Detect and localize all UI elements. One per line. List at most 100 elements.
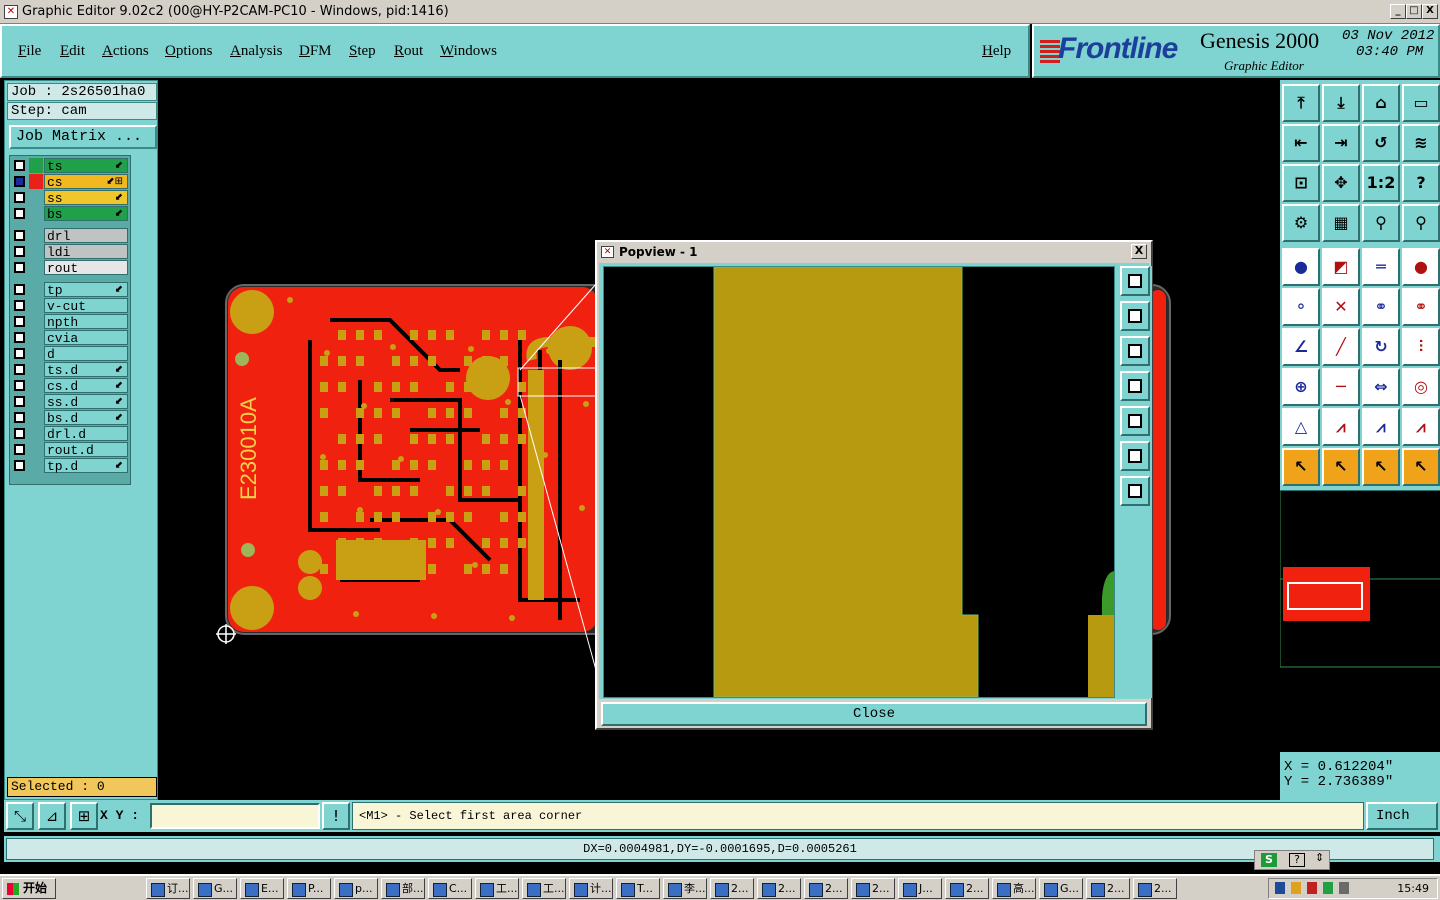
ime-toolbar[interactable]: S ? ⇕ — [1254, 850, 1330, 870]
arc-plus-icon[interactable]: ⩘ — [1402, 408, 1440, 446]
layer-name[interactable]: ts.d ⬋ — [44, 362, 128, 378]
pan-icon[interactable]: ✥ — [1322, 164, 1360, 202]
ruler-icon[interactable]: ═ — [1362, 248, 1400, 286]
taskbar-item[interactable]: G... — [1039, 878, 1083, 899]
tray-network-icon[interactable] — [1275, 882, 1285, 894]
layer-checkbox[interactable] — [14, 208, 25, 219]
layer-name[interactable]: ss.d ⬋ — [44, 394, 128, 410]
taskbar-item[interactable]: 李... — [663, 878, 707, 899]
menu-analysis[interactable]: Analysis — [230, 43, 283, 60]
layer-name[interactable]: cvia — [44, 330, 128, 346]
settings-icon[interactable]: ⚙ — [1282, 204, 1320, 242]
layer-row-d[interactable]: d — [12, 346, 130, 362]
layer-name[interactable]: ts ⬋ — [44, 158, 128, 174]
maximize-button[interactable]: □ — [1406, 4, 1422, 19]
tray-update-icon[interactable] — [1323, 882, 1333, 894]
tray-security-icon[interactable] — [1307, 882, 1317, 894]
menu-help[interactable]: Help — [982, 43, 1011, 60]
layer-name[interactable]: rout.d — [44, 442, 128, 458]
layer-checkbox[interactable] — [14, 348, 25, 359]
layer-row-ldi[interactable]: ldi — [12, 244, 130, 260]
pad-icon[interactable]: ● — [1282, 248, 1320, 286]
select-box-icon[interactable]: ↖ — [1322, 448, 1360, 486]
taskbar-item[interactable]: 订... — [146, 878, 190, 899]
add-icon[interactable]: ⊕ — [1282, 368, 1320, 406]
taskbar-item[interactable]: 2... — [1086, 878, 1130, 899]
layer-row-ts.d[interactable]: ts.d ⬋ — [12, 362, 130, 378]
layer-checkbox[interactable] — [14, 444, 25, 455]
help-icon[interactable]: ? — [1402, 164, 1440, 202]
color-icon[interactable]: ◩ — [1322, 248, 1360, 286]
layer-checkbox[interactable] — [14, 300, 25, 311]
taskbar-item[interactable]: 部... — [381, 878, 425, 899]
taskbar-item[interactable]: 工... — [522, 878, 566, 899]
tray-misc-icon[interactable] — [1339, 882, 1349, 894]
select-icon[interactable]: ↖ — [1282, 448, 1320, 486]
layer-row-rout[interactable]: rout — [12, 260, 130, 276]
layer-name[interactable]: ldi — [44, 244, 128, 260]
layer-row-cs[interactable]: cs ⬋⊞ — [12, 174, 130, 190]
popview-zoom-icon[interactable] — [1120, 266, 1150, 296]
pan-left-icon[interactable]: ⇤ — [1282, 124, 1320, 162]
layer-row-npth[interactable]: npth — [12, 314, 130, 330]
menu-actions[interactable]: Actions — [102, 43, 149, 60]
triangle-icon[interactable]: △ — [1282, 408, 1320, 446]
layer-name[interactable]: cs.d ⬋ — [44, 378, 128, 394]
layer-checkbox[interactable] — [14, 412, 25, 423]
popview-pan-up-icon[interactable] — [1120, 301, 1150, 331]
layer-name[interactable]: tp ⬋ — [44, 282, 128, 298]
taskbar-item[interactable]: 2... — [1133, 878, 1177, 899]
popview-close-icon[interactable]: X — [1131, 244, 1147, 259]
layer-name[interactable]: bs.d ⬋ — [44, 410, 128, 426]
layer-row-bs.d[interactable]: bs.d ⬋ — [12, 410, 130, 426]
taskbar-item[interactable]: 高... — [992, 878, 1036, 899]
layer-row-drl[interactable]: drl — [12, 228, 130, 244]
taskbar-item[interactable]: p... — [334, 878, 378, 899]
layer-name[interactable]: tp.d ⬋ — [44, 458, 128, 474]
tray-volume-icon[interactable] — [1291, 882, 1301, 894]
minimize-button[interactable]: _ — [1390, 4, 1406, 19]
layer-name[interactable]: drl.d — [44, 426, 128, 442]
dot-icon[interactable]: ● — [1402, 248, 1440, 286]
grid-icon[interactable]: ▦ — [1322, 204, 1360, 242]
home-icon[interactable]: ⌂ — [1362, 84, 1400, 122]
taskbar-item[interactable]: E... — [240, 878, 284, 899]
link-icon[interactable]: ⚭ — [1402, 288, 1440, 326]
layer-checkbox[interactable] — [14, 364, 25, 375]
layer-name[interactable]: drl — [44, 228, 128, 244]
layer-name[interactable]: cs ⬋⊞ — [44, 174, 128, 190]
job-matrix-button[interactable]: Job Matrix ... — [9, 125, 157, 149]
layer-name[interactable]: npth — [44, 314, 128, 330]
arc-icon[interactable]: ⩘ — [1322, 408, 1360, 446]
split-icon[interactable]: ⫶ — [1402, 328, 1440, 366]
layer-name[interactable]: d — [44, 346, 128, 362]
zoom-fit-icon[interactable]: ⊡ — [1282, 164, 1320, 202]
zoom-down-icon[interactable]: ⤓ — [1322, 84, 1360, 122]
menu-rout[interactable]: Rout — [394, 43, 423, 60]
layer-row-tp[interactable]: tp ⬋ — [12, 282, 130, 298]
layer-checkbox[interactable] — [14, 192, 25, 203]
layer-row-rout.d[interactable]: rout.d — [12, 442, 130, 458]
taskbar-item[interactable]: T... — [616, 878, 660, 899]
ime-menu-icon[interactable]: ⇕ — [1315, 851, 1324, 864]
overview-map[interactable] — [1279, 490, 1440, 752]
start-button[interactable]: 开始 — [2, 878, 56, 899]
layer-name[interactable]: bs ⬋ — [44, 206, 128, 222]
connect-icon[interactable]: ⚬ — [1282, 288, 1320, 326]
layer-name[interactable]: ss ⬋ — [44, 190, 128, 206]
popview-pan-left-icon[interactable] — [1120, 371, 1150, 401]
select-more-icon[interactable]: ↖ — [1402, 448, 1440, 486]
menu-dfm[interactable]: DFM — [299, 43, 332, 60]
menu-edit[interactable]: Edit — [60, 43, 85, 60]
pan-right-icon[interactable]: ⇥ — [1322, 124, 1360, 162]
snap-icon[interactable]: ⚲ — [1362, 204, 1400, 242]
layer-row-drl.d[interactable]: drl.d — [12, 426, 130, 442]
layer-checkbox[interactable] — [14, 332, 25, 343]
layer-row-bs[interactable]: bs ⬋ — [12, 206, 130, 222]
snap-icon[interactable]: ⤡ — [6, 802, 34, 830]
popview-center-icon[interactable] — [1120, 476, 1150, 506]
layer-checkbox[interactable] — [14, 246, 25, 257]
popview-close-button[interactable]: Close — [601, 702, 1147, 726]
popview-canvas[interactable] — [603, 266, 1115, 698]
input-method-icon[interactable]: S — [1261, 853, 1277, 867]
